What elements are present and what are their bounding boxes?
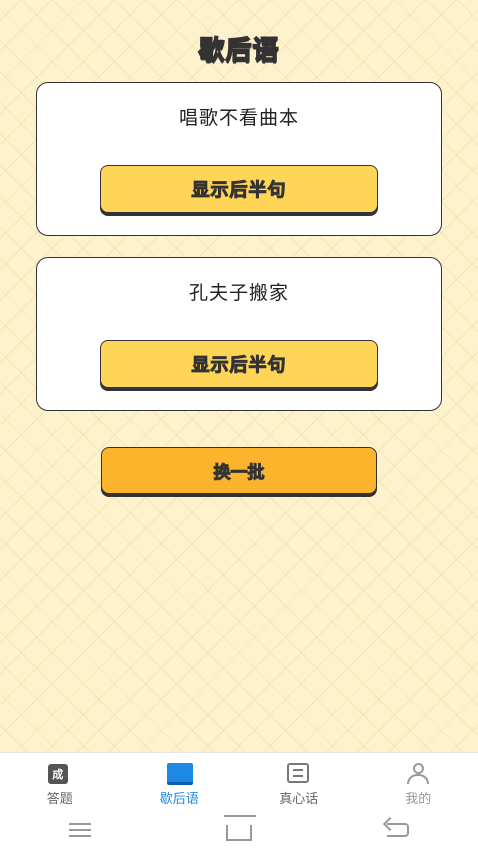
tab-mine[interactable]: 我的 xyxy=(359,753,478,810)
riddle-text: 唱歌不看曲本 xyxy=(178,107,299,129)
tab-label: 歇后语 xyxy=(159,792,199,807)
user-icon xyxy=(406,763,430,785)
book-icon xyxy=(167,763,194,785)
swap-batch-button[interactable]: 换一批 xyxy=(101,447,377,494)
tab-label: 我的 xyxy=(405,792,432,807)
bottom-tab-bar: 成 答题 歇后语 真心话 我的 xyxy=(0,752,478,810)
back-icon[interactable] xyxy=(381,817,415,843)
riddle-card: 孔夫子搬家 显示后半句 xyxy=(36,257,442,411)
riddle-card: 唱歌不看曲本 显示后半句 xyxy=(36,82,442,236)
riddle-text: 孔夫子搬家 xyxy=(188,282,289,304)
tab-label: 答题 xyxy=(46,792,73,807)
tab-truth[interactable]: 真心话 xyxy=(239,753,359,810)
home-icon[interactable] xyxy=(222,815,256,843)
cheng-icon: 成 xyxy=(47,763,72,785)
menu-icon[interactable] xyxy=(63,817,97,843)
document-icon xyxy=(286,763,311,785)
tab-label: 真心话 xyxy=(279,792,319,807)
show-second-half-button[interactable]: 显示后半句 xyxy=(100,340,378,388)
page-title: 歇后语 xyxy=(198,35,280,67)
system-nav-bar xyxy=(0,810,478,850)
tab-xiehouyu[interactable]: 歇后语 xyxy=(120,753,240,810)
show-second-half-button[interactable]: 显示后半句 xyxy=(100,165,378,213)
tab-answer[interactable]: 成 答题 xyxy=(0,753,120,810)
